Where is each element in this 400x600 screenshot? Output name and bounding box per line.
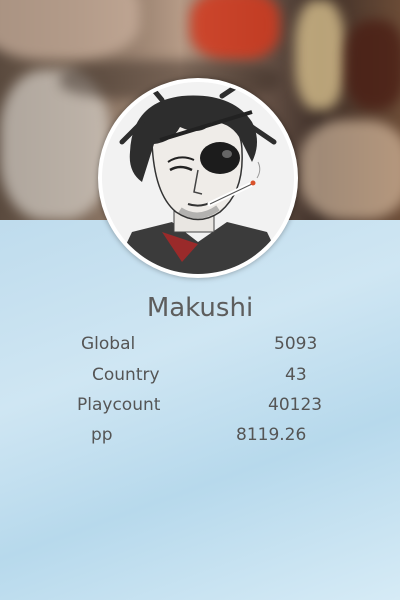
stat-label-pp: pp bbox=[91, 425, 113, 445]
stat-label-country: Country bbox=[92, 365, 160, 385]
avatar-portrait-image bbox=[102, 82, 294, 274]
stat-value-global: 5093 bbox=[274, 334, 318, 354]
stat-value-pp: 8119.26 bbox=[236, 425, 307, 445]
stat-label-global: Global bbox=[81, 334, 136, 354]
stat-label-playcount: Playcount bbox=[77, 395, 161, 415]
stat-value-playcount: 40123 bbox=[268, 395, 323, 415]
avatar[interactable] bbox=[98, 78, 298, 278]
profile-card: Makushi Global 5093 Country 43 Playcount… bbox=[0, 0, 400, 600]
username: Makushi bbox=[146, 293, 254, 323]
stat-value-country: 43 bbox=[285, 365, 307, 385]
